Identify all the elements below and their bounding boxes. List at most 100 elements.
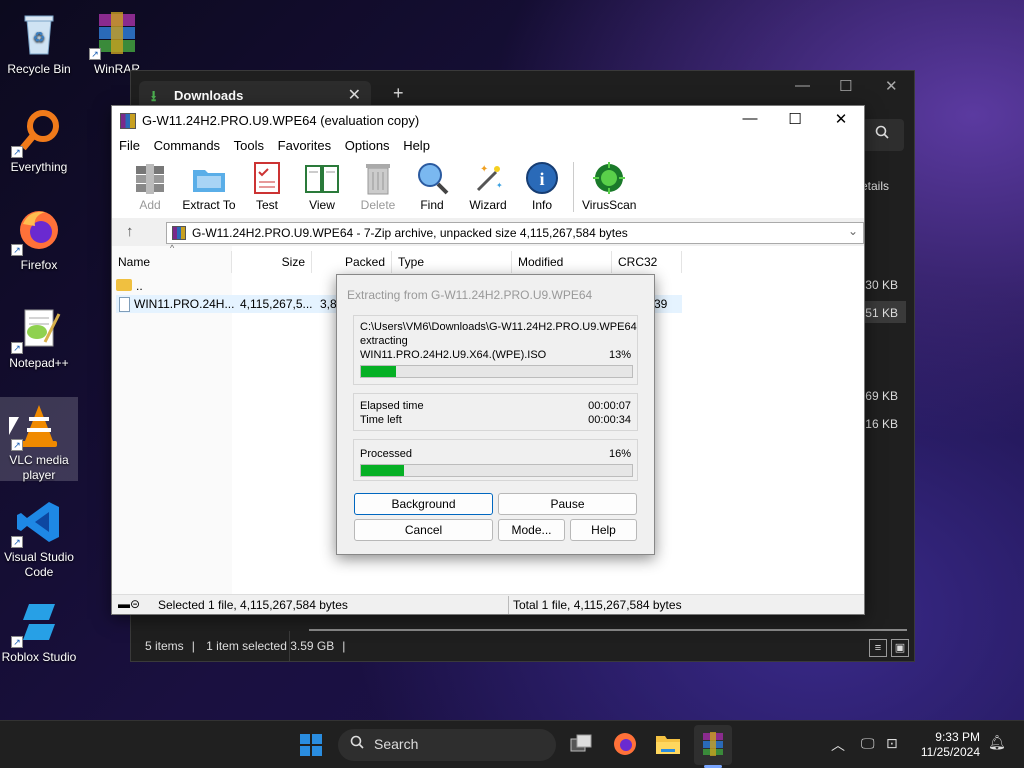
column-header-packed[interactable]: Packed <box>312 251 392 273</box>
info-icon: i <box>524 160 560 196</box>
archive-icon <box>172 226 186 240</box>
maximize-icon[interactable]: ☐ <box>839 77 852 95</box>
details-view-icon[interactable]: ≡ <box>869 639 887 657</box>
desktop-icon-roblox-studio[interactable]: ↗ Roblox Studio <box>0 594 78 665</box>
svg-text:✦: ✦ <box>496 181 503 190</box>
vscode-icon: ↗ <box>11 498 63 548</box>
menu-commands[interactable]: Commands <box>147 136 220 153</box>
processed-progress-fill <box>361 465 405 476</box>
find-button[interactable]: Find <box>412 160 452 212</box>
info-button[interactable]: i Info <box>522 160 562 212</box>
desktop-icon-recycle-bin[interactable]: ♻ Recycle Bin <box>0 6 78 77</box>
shortcut-arrow-icon: ↗ <box>11 244 23 256</box>
help-button[interactable]: Help <box>570 519 637 541</box>
desktop-icon-firefox[interactable]: ↗ Firefox <box>0 202 78 273</box>
toolbar-separator <box>573 162 574 212</box>
status-selection: 1 item selected 3.59 GB <box>206 639 335 653</box>
close-icon[interactable]: ✕ <box>829 110 853 128</box>
close-icon[interactable]: ✕ <box>885 77 898 95</box>
desktop-icon-vlc[interactable]: ↗ VLC media player <box>0 397 78 482</box>
notification-bell-icon[interactable]: 🔔︎ <box>988 734 1006 751</box>
pause-button[interactable]: Pause <box>498 493 637 515</box>
up-arrow-icon[interactable]: ↑ <box>126 223 134 240</box>
magnifier-icon <box>414 160 450 196</box>
start-button[interactable] <box>300 734 322 756</box>
recycle-bin-icon: ♻ <box>15 10 63 58</box>
system-clock[interactable]: 9:33 PM 11/25/2024 <box>921 730 980 760</box>
menu-options[interactable]: Options <box>338 136 390 153</box>
add-button[interactable]: Add <box>130 160 170 212</box>
explorer-status-bar: 5 items | 1 item selected 3.59 GB | <box>145 639 346 653</box>
notepadpp-icon: ↗ <box>11 304 63 354</box>
desktop-icon-notepadpp[interactable]: ↗ Notepad++ <box>0 300 78 371</box>
folder-extract-icon <box>191 160 227 196</box>
menu-file[interactable]: File <box>112 136 140 153</box>
display-icon[interactable]: 🖵 <box>861 735 875 752</box>
file-explorer-icon[interactable] <box>655 731 681 757</box>
desktop-icon-winrar[interactable]: ↗ WinRAR <box>78 6 156 77</box>
table-row-parent[interactable]: .. <box>116 277 316 295</box>
magic-wand-icon: ✦ ✦ <box>470 160 506 196</box>
menu-tools[interactable]: Tools <box>227 136 264 153</box>
delete-button[interactable]: Delete <box>358 160 398 212</box>
mouse-cursor-icon <box>9 417 19 435</box>
maximize-icon[interactable]: ☐ <box>783 110 807 128</box>
details-button[interactable]: etails <box>861 179 889 193</box>
menu-bar: File Commands Tools Favorites Options He… <box>112 136 864 156</box>
column-header-size[interactable]: Size <box>232 251 312 273</box>
shortcut-arrow-icon: ↗ <box>11 636 23 648</box>
extract-to-button[interactable]: Extract To <box>182 160 236 212</box>
winrar-app-icon <box>120 113 136 129</box>
mode-button[interactable]: Mode... <box>498 519 565 541</box>
background-button[interactable]: Background <box>354 493 493 515</box>
everything-icon: ↗ <box>11 108 63 158</box>
cancel-button[interactable]: Cancel <box>354 519 493 541</box>
tiles-view-icon[interactable]: ▣ <box>891 639 909 657</box>
search-icon[interactable] <box>860 119 904 151</box>
taskbar-search-box[interactable]: Search <box>338 729 556 761</box>
status-total: Total 1 file, 4,115,267,584 bytes <box>513 598 682 612</box>
extract-progress-dialog[interactable]: Extracting from G-W11.24H2.PRO.U9.WPE64 … <box>336 274 655 555</box>
desktop-icon-everything[interactable]: ↗ Everything <box>0 104 78 175</box>
svg-text:♻: ♻ <box>33 29 46 45</box>
trash-can-icon <box>360 160 396 196</box>
view-button[interactable]: View <box>302 160 342 212</box>
virusscan-button[interactable]: VirusScan <box>582 160 636 212</box>
archive-path-field[interactable]: G-W11.24H2.PRO.U9.WPE64 - 7-Zip archive,… <box>166 222 864 244</box>
minimize-icon[interactable]: — <box>795 77 810 94</box>
processed-percent: 16% <box>608 448 631 460</box>
wizard-button[interactable]: ✦ ✦ Wizard <box>466 160 510 212</box>
close-tab-icon[interactable]: ✕ <box>348 85 361 105</box>
network-disconnected-icon[interactable]: ⊡ <box>886 735 898 752</box>
column-header-modified[interactable]: Modified <box>512 251 612 273</box>
desktop-icon-vscode[interactable]: ↗ Visual Studio Code <box>0 494 78 580</box>
minimize-icon[interactable]: — <box>738 110 762 127</box>
firefox-taskbar-icon[interactable] <box>612 731 638 757</box>
status-item-count: 5 items <box>145 639 184 653</box>
test-button[interactable]: Test <box>248 160 286 212</box>
status-selected: Selected 1 file, 4,115,267,584 bytes <box>158 598 348 612</box>
column-header-crc32[interactable]: CRC32 <box>612 251 682 273</box>
winrar-title-bar[interactable]: G-W11.24H2.PRO.U9.WPE64 (evaluation copy… <box>112 106 864 136</box>
checklist-icon <box>249 160 285 196</box>
column-header-name[interactable]: Name <box>112 251 232 273</box>
new-tab-button[interactable]: + <box>393 83 404 104</box>
time-left-label: Time left <box>360 414 402 426</box>
file-progress-bar <box>360 365 633 378</box>
chevron-up-icon[interactable]: ︿ <box>831 735 845 755</box>
search-icon <box>350 735 364 752</box>
task-view-icon[interactable] <box>568 731 594 757</box>
address-bar: ↑ G-W11.24H2.PRO.U9.WPE64 - 7-Zip archiv… <box>112 220 864 246</box>
time-panel: Elapsed time 00:00:07 Time left 00:00:34 <box>353 393 638 431</box>
firefox-icon: ↗ <box>11 206 63 256</box>
column-header-type[interactable]: Type <box>392 251 512 273</box>
winrar-taskbar-icon <box>700 731 726 757</box>
processed-panel: Processed 16% <box>353 439 638 481</box>
winrar-status-bar: ▬⊝ Selected 1 file, 4,115,267,584 bytes … <box>112 594 864 614</box>
shortcut-arrow-icon: ↗ <box>11 439 23 451</box>
divider <box>508 596 509 614</box>
menu-favorites[interactable]: Favorites <box>271 136 331 153</box>
chevron-down-icon[interactable]: ⌄ <box>848 224 858 238</box>
menu-help[interactable]: Help <box>396 136 430 153</box>
processed-label: Processed <box>360 448 412 460</box>
